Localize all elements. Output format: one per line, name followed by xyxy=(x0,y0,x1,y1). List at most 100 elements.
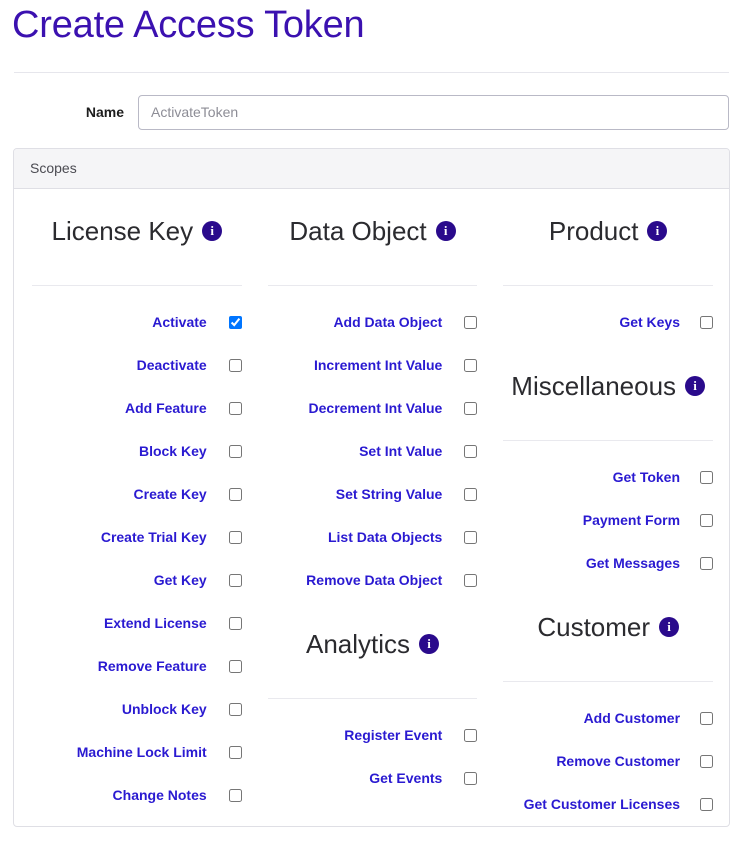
scope-row[interactable]: Remove Feature xyxy=(32,645,242,688)
scope-checkbox-machine-lock-limit[interactable] xyxy=(228,745,242,759)
token-name-input[interactable] xyxy=(138,94,729,130)
scope-label-remove-data-object[interactable]: Remove Data Object xyxy=(306,572,442,588)
scope-row[interactable]: Get Events xyxy=(268,757,478,800)
scope-label-get-keys[interactable]: Get Keys xyxy=(619,314,680,330)
scope-row[interactable]: Increment Int Value xyxy=(268,344,478,387)
info-icon[interactable]: i xyxy=(659,616,680,637)
scope-checkbox-decrement-int-value[interactable] xyxy=(464,401,478,415)
scope-row[interactable]: List Data Objects xyxy=(268,516,478,559)
scope-checkbox-block-key[interactable] xyxy=(228,444,242,458)
scope-label-add-customer[interactable]: Add Customer xyxy=(584,710,680,726)
scope-row[interactable]: Deactivate xyxy=(32,344,242,387)
scope-checkbox-get-key[interactable] xyxy=(228,573,242,587)
scope-label-create-trial-key[interactable]: Create Trial Key xyxy=(101,529,207,545)
scope-checkbox-change-notes[interactable] xyxy=(228,788,242,802)
scope-row[interactable]: Extend License xyxy=(32,602,242,645)
scope-label-block-key[interactable]: Block Key xyxy=(139,443,207,459)
scope-checkbox-remove-feature[interactable] xyxy=(228,659,242,673)
info-icon[interactable]: i xyxy=(685,375,706,396)
scope-checkbox-get-messages[interactable] xyxy=(700,556,714,570)
scope-row[interactable]: Remove Data Object xyxy=(268,559,478,602)
scope-checkbox-list-data-objects[interactable] xyxy=(464,530,478,544)
scope-label-set-string-value[interactable]: Set String Value xyxy=(336,486,443,502)
scope-row[interactable]: Unblock Key xyxy=(32,688,242,731)
scope-checkbox-activate[interactable] xyxy=(228,315,242,329)
scope-label-activate[interactable]: Activate xyxy=(152,314,206,330)
scope-group-title: Product xyxy=(548,215,639,246)
scope-row[interactable]: Block Key xyxy=(32,430,242,473)
scope-label-get-events[interactable]: Get Events xyxy=(369,770,442,786)
scope-label-remove-customer[interactable]: Remove Customer xyxy=(556,753,680,769)
scope-label-set-int-value[interactable]: Set Int Value xyxy=(359,443,442,459)
scope-checkbox-create-key[interactable] xyxy=(228,487,242,501)
scope-row[interactable]: Get Keys xyxy=(503,301,714,344)
scope-label-add-data-object[interactable]: Add Data Object xyxy=(333,314,442,330)
scope-row[interactable]: Activate xyxy=(32,301,242,344)
scope-group-header-product: Product i xyxy=(503,203,713,259)
scope-label-machine-lock-limit[interactable]: Machine Lock Limit xyxy=(77,744,207,760)
scope-checkbox-remove-customer[interactable] xyxy=(700,754,714,768)
scope-label-remove-feature[interactable]: Remove Feature xyxy=(98,658,207,674)
scope-row[interactable]: Remove Customer xyxy=(503,740,714,783)
scope-row[interactable]: Get Key xyxy=(32,559,242,602)
scope-label-get-customer-licenses[interactable]: Get Customer Licenses xyxy=(524,796,680,812)
scope-group-title: Analytics xyxy=(305,628,411,659)
scope-row[interactable]: Set String Value xyxy=(268,473,478,516)
scope-checkbox-get-token[interactable] xyxy=(700,470,714,484)
scope-label-change-notes[interactable]: Change Notes xyxy=(113,787,207,803)
info-icon[interactable]: i xyxy=(647,220,668,241)
scope-row[interactable]: Create Key xyxy=(32,473,242,516)
scope-row[interactable]: Add Customer xyxy=(503,697,714,740)
scope-label-deactivate[interactable]: Deactivate xyxy=(137,357,207,373)
scope-row[interactable]: Get Token xyxy=(503,456,714,499)
scope-label-get-messages[interactable]: Get Messages xyxy=(586,555,680,571)
scope-label-create-key[interactable]: Create Key xyxy=(134,486,207,502)
scope-row[interactable]: Get Customer Licenses xyxy=(503,783,714,826)
scope-checkbox-register-event[interactable] xyxy=(464,728,478,742)
scope-row[interactable]: Machine Lock Limit xyxy=(32,731,242,774)
scope-row[interactable]: Get Messages xyxy=(503,542,714,585)
scope-label-get-token[interactable]: Get Token xyxy=(613,469,680,485)
scope-list-data-object: Add Data Object Increment Int Value Decrem… xyxy=(268,286,478,602)
scope-checkbox-get-keys[interactable] xyxy=(700,315,714,329)
scope-checkbox-increment-int-value[interactable] xyxy=(464,358,478,372)
scope-group-title: Data Object xyxy=(289,215,427,246)
scope-column-middle: Data Object i Add Data Object Increment Int… xyxy=(255,189,491,826)
name-field-row: Name xyxy=(0,94,743,130)
scope-column-right: Product i Get Keys Miscellaneous i Get Token P… xyxy=(490,189,729,826)
scope-label-unblock-key[interactable]: Unblock Key xyxy=(122,701,207,717)
scope-label-list-data-objects[interactable]: List Data Objects xyxy=(328,529,442,545)
scope-row[interactable]: Decrement Int Value xyxy=(268,387,478,430)
scope-checkbox-deactivate[interactable] xyxy=(228,358,242,372)
scope-checkbox-unblock-key[interactable] xyxy=(228,702,242,716)
scope-row[interactable]: Create Trial Key xyxy=(32,516,242,559)
scope-row[interactable]: Change Notes xyxy=(32,774,242,817)
scope-checkbox-add-data-object[interactable] xyxy=(464,315,478,329)
scope-label-payment-form[interactable]: Payment Form xyxy=(583,512,680,528)
scope-label-decrement-int-value[interactable]: Decrement Int Value xyxy=(309,400,443,416)
scope-label-extend-license[interactable]: Extend License xyxy=(104,615,207,631)
scope-checkbox-payment-form[interactable] xyxy=(700,513,714,527)
scope-checkbox-add-feature[interactable] xyxy=(228,401,242,415)
name-label: Name xyxy=(85,104,124,121)
scope-label-get-key[interactable]: Get Key xyxy=(154,572,207,588)
scope-label-increment-int-value[interactable]: Increment Int Value xyxy=(314,357,442,373)
scope-checkbox-set-string-value[interactable] xyxy=(464,487,478,501)
scope-row[interactable]: Add Feature xyxy=(32,387,242,430)
scope-checkbox-remove-data-object[interactable] xyxy=(464,573,478,587)
info-icon[interactable]: i xyxy=(202,220,223,241)
scope-checkbox-add-customer[interactable] xyxy=(700,711,714,725)
scope-checkbox-get-events[interactable] xyxy=(464,771,478,785)
scope-label-add-feature[interactable]: Add Feature xyxy=(125,400,207,416)
scope-checkbox-get-customer-licenses[interactable] xyxy=(700,797,714,811)
scope-label-register-event[interactable]: Register Event xyxy=(344,727,442,743)
scope-checkbox-extend-license[interactable] xyxy=(228,616,242,630)
scope-checkbox-set-int-value[interactable] xyxy=(464,444,478,458)
scope-row[interactable]: Set Int Value xyxy=(268,430,478,473)
scope-row[interactable]: Add Data Object xyxy=(268,301,478,344)
info-icon[interactable]: i xyxy=(419,633,440,654)
info-icon[interactable]: i xyxy=(435,220,456,241)
scope-row[interactable]: Register Event xyxy=(268,714,478,757)
scope-checkbox-create-trial-key[interactable] xyxy=(228,530,242,544)
scope-row[interactable]: Payment Form xyxy=(503,499,714,542)
